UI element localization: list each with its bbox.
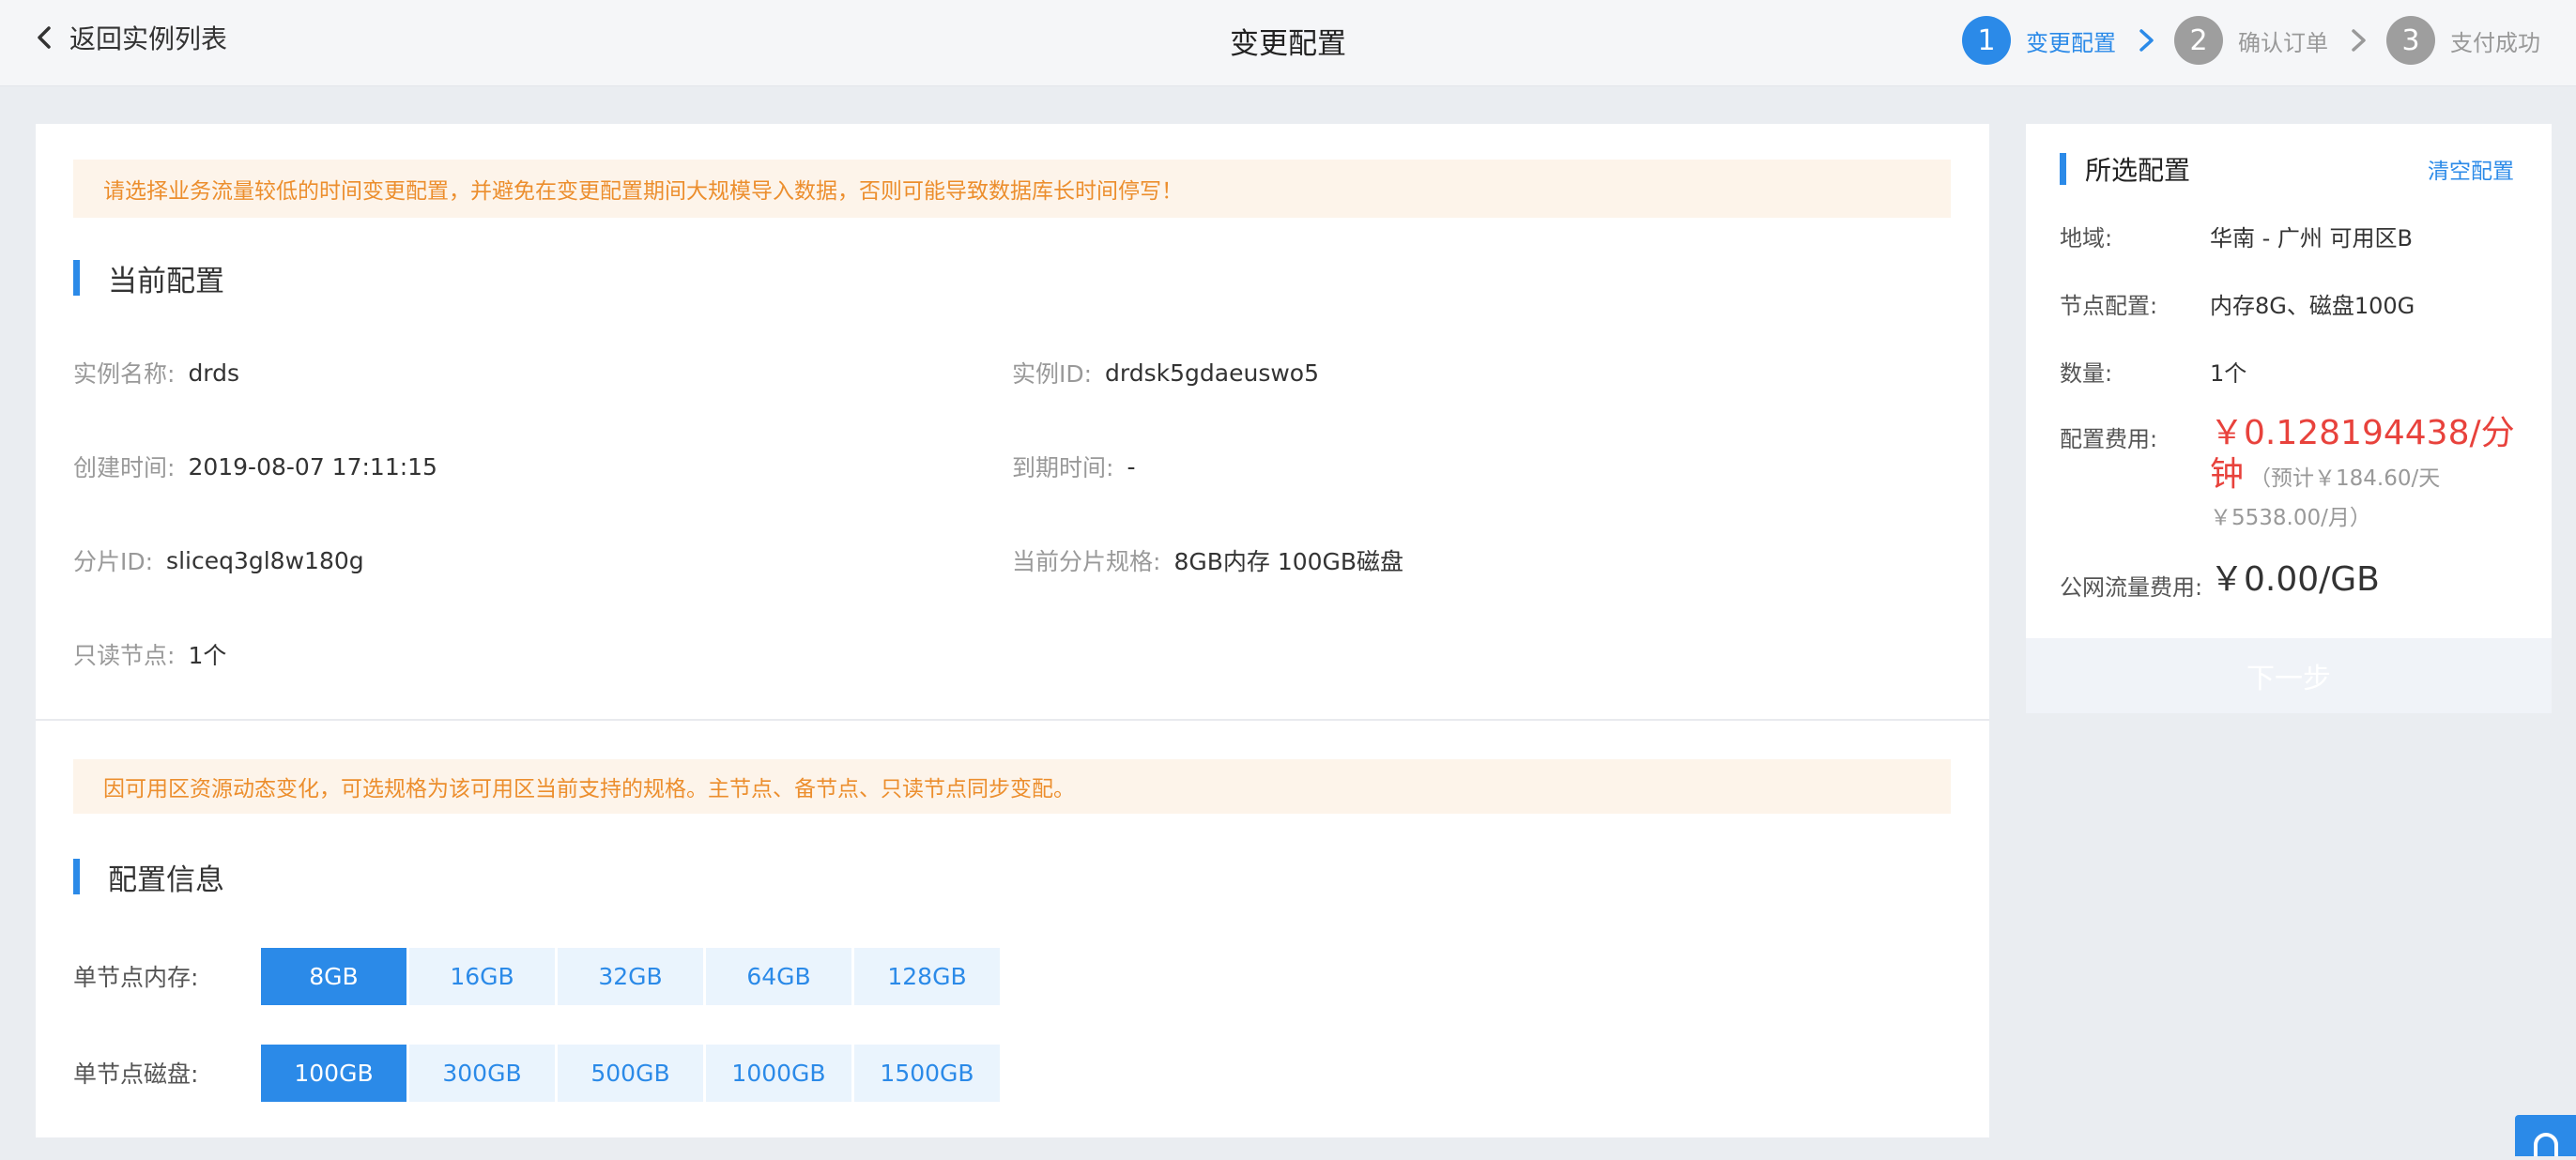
- disk-option-1000gb[interactable]: 1000GB: [706, 1044, 851, 1102]
- instance-id-value: drdsk5gdaeuswo5: [1105, 359, 1319, 387]
- traffic-fee-label: 公网流量费用:: [2060, 574, 2203, 601]
- instance-name: 实例名称: drds: [73, 357, 239, 389]
- section-marker: [73, 260, 80, 296]
- disk-option-100gb[interactable]: 100GB: [261, 1044, 406, 1102]
- current-config-title-text: 当前配置: [108, 264, 224, 298]
- memory-option-16gb[interactable]: 16GB: [409, 947, 555, 1005]
- expire-time-label: 到期时间:: [1012, 454, 1114, 481]
- step-3-label: 支付成功: [2450, 29, 2540, 56]
- region-value: 华南 - 广州 可用区B: [2210, 225, 2414, 252]
- disk-option-300gb[interactable]: 300GB: [409, 1044, 555, 1102]
- step-2-label: 确认订单: [2238, 29, 2328, 56]
- step-1-label: 变更配置: [2026, 29, 2116, 56]
- memory-option-8gb[interactable]: 8GB: [261, 947, 406, 1005]
- step-3-number: 3: [2386, 16, 2435, 65]
- summary-header: 所选配置 清空配置: [2060, 150, 2514, 188]
- step-1-number: 1: [1962, 16, 2011, 65]
- chevron-right-icon: [2139, 29, 2154, 52]
- shard-id: 分片ID: sliceq3gl8w180g: [73, 544, 364, 576]
- instance-name-label: 实例名称:: [73, 360, 176, 388]
- readonly-nodes: 只读节点: 1个: [73, 638, 226, 670]
- disk-options: 100GB 300GB 500GB 1000GB 1500GB: [261, 1044, 1000, 1102]
- readonly-nodes-label: 只读节点:: [73, 642, 176, 669]
- created-time: 创建时间: 2019-08-07 17:11:15: [73, 450, 437, 482]
- quantity-label: 数量:: [2060, 360, 2113, 387]
- step-1: 1 变更配置: [1962, 16, 2116, 65]
- instance-id-label: 实例ID:: [1012, 360, 1093, 388]
- shard-spec-value: 8GB内存 100GB磁盘: [1173, 548, 1404, 575]
- current-config-title: 当前配置: [73, 259, 224, 298]
- traffic-fee-value: ￥0.00/GB: [2210, 560, 2380, 599]
- disk-option-1500gb[interactable]: 1500GB: [854, 1044, 1000, 1102]
- node-config-label: 节点配置:: [2060, 293, 2158, 319]
- config-fee-value: ￥0.128194438/分 钟 （预计￥184.60/天 ￥5538.00/月…: [2210, 413, 2529, 531]
- memory-option-128gb[interactable]: 128GB: [854, 947, 1000, 1005]
- customer-service-button[interactable]: [2515, 1115, 2576, 1156]
- fee-per-minute: ￥0.128194438/分: [2210, 414, 2515, 452]
- memory-option-32gb[interactable]: 32GB: [558, 947, 703, 1005]
- config-info-title-text: 配置信息: [108, 862, 224, 897]
- instance-id: 实例ID: drdsk5gdaeuswo5: [1012, 357, 1319, 389]
- config-fee-label: 配置费用:: [2060, 426, 2158, 452]
- main-config-card: 请选择业务流量较低的时间变更配置，并避免在变更配置期间大规模导入数据，否则可能导…: [36, 124, 1989, 1137]
- fee-per-month: ￥5538.00/月）: [2210, 506, 2371, 530]
- step-3: 3 支付成功: [2386, 16, 2540, 65]
- next-step-button[interactable]: 下一步: [2026, 638, 2552, 713]
- shard-spec-label: 当前分片规格:: [1012, 548, 1161, 575]
- section-marker: [2060, 153, 2066, 185]
- shard-id-value: sliceq3gl8w180g: [166, 546, 364, 574]
- created-time-value: 2019-08-07 17:11:15: [188, 452, 437, 481]
- expire-time-value: -: [1127, 452, 1136, 481]
- clear-config-link[interactable]: 清空配置: [2428, 153, 2514, 185]
- config-info-title: 配置信息: [73, 858, 224, 897]
- shard-spec: 当前分片规格: 8GB内存 100GB磁盘: [1012, 544, 1403, 576]
- disk-label: 单节点磁盘:: [73, 1061, 199, 1088]
- step-indicator: 1 变更配置 2 确认订单 3 支付成功: [1962, 16, 2540, 65]
- created-time-label: 创建时间:: [73, 454, 176, 481]
- section-marker: [73, 859, 80, 894]
- top-bar: 返回实例列表 变更配置 1 变更配置 2 确认订单 3 支付成功: [0, 0, 2576, 86]
- chevron-right-icon: [2352, 29, 2366, 52]
- instance-name-value: drds: [188, 359, 240, 387]
- node-config-value: 内存8G、磁盘100G: [2210, 293, 2415, 319]
- fee-unit-continued: 钟: [2210, 455, 2245, 494]
- headset-icon: [2534, 1133, 2558, 1156]
- next-step-label: 下一步: [2246, 663, 2331, 695]
- quantity-value: 1个: [2210, 360, 2247, 387]
- memory-options: 8GB 16GB 32GB 64GB 128GB: [261, 947, 1000, 1005]
- memory-option-64gb[interactable]: 64GB: [706, 947, 851, 1005]
- summary-title-text: 所选配置: [2085, 155, 2191, 186]
- fee-per-day: （预计￥184.60/天: [2249, 466, 2441, 491]
- expire-time: 到期时间: -: [1012, 450, 1135, 482]
- step-2: 2 确认订单: [2174, 16, 2328, 65]
- step-2-number: 2: [2174, 16, 2223, 65]
- change-time-warning: 请选择业务流量较低的时间变更配置，并避免在变更配置期间大规模导入数据，否则可能导…: [73, 160, 1951, 218]
- readonly-nodes-value: 1个: [188, 642, 227, 669]
- summary-title: 所选配置: [2060, 150, 2190, 188]
- zone-spec-notice: 因可用区资源动态变化，可选规格为该可用区当前支持的规格。主节点、备节点、只读节点…: [73, 759, 1951, 814]
- section-divider: [36, 719, 1989, 721]
- disk-selector-row: 单节点磁盘: 100GB 300GB 500GB 1000GB 1500GB: [73, 1044, 1000, 1102]
- memory-label: 单节点内存:: [73, 964, 199, 991]
- region-label: 地域:: [2060, 225, 2113, 252]
- shard-id-label: 分片ID:: [73, 548, 154, 575]
- memory-selector-row: 单节点内存: 8GB 16GB 32GB 64GB 128GB: [73, 947, 1000, 1005]
- selected-config-panel: 所选配置 清空配置 地域: 华南 - 广州 可用区B 节点配置: 内存8G、磁盘…: [2026, 124, 2552, 713]
- disk-option-500gb[interactable]: 500GB: [558, 1044, 703, 1102]
